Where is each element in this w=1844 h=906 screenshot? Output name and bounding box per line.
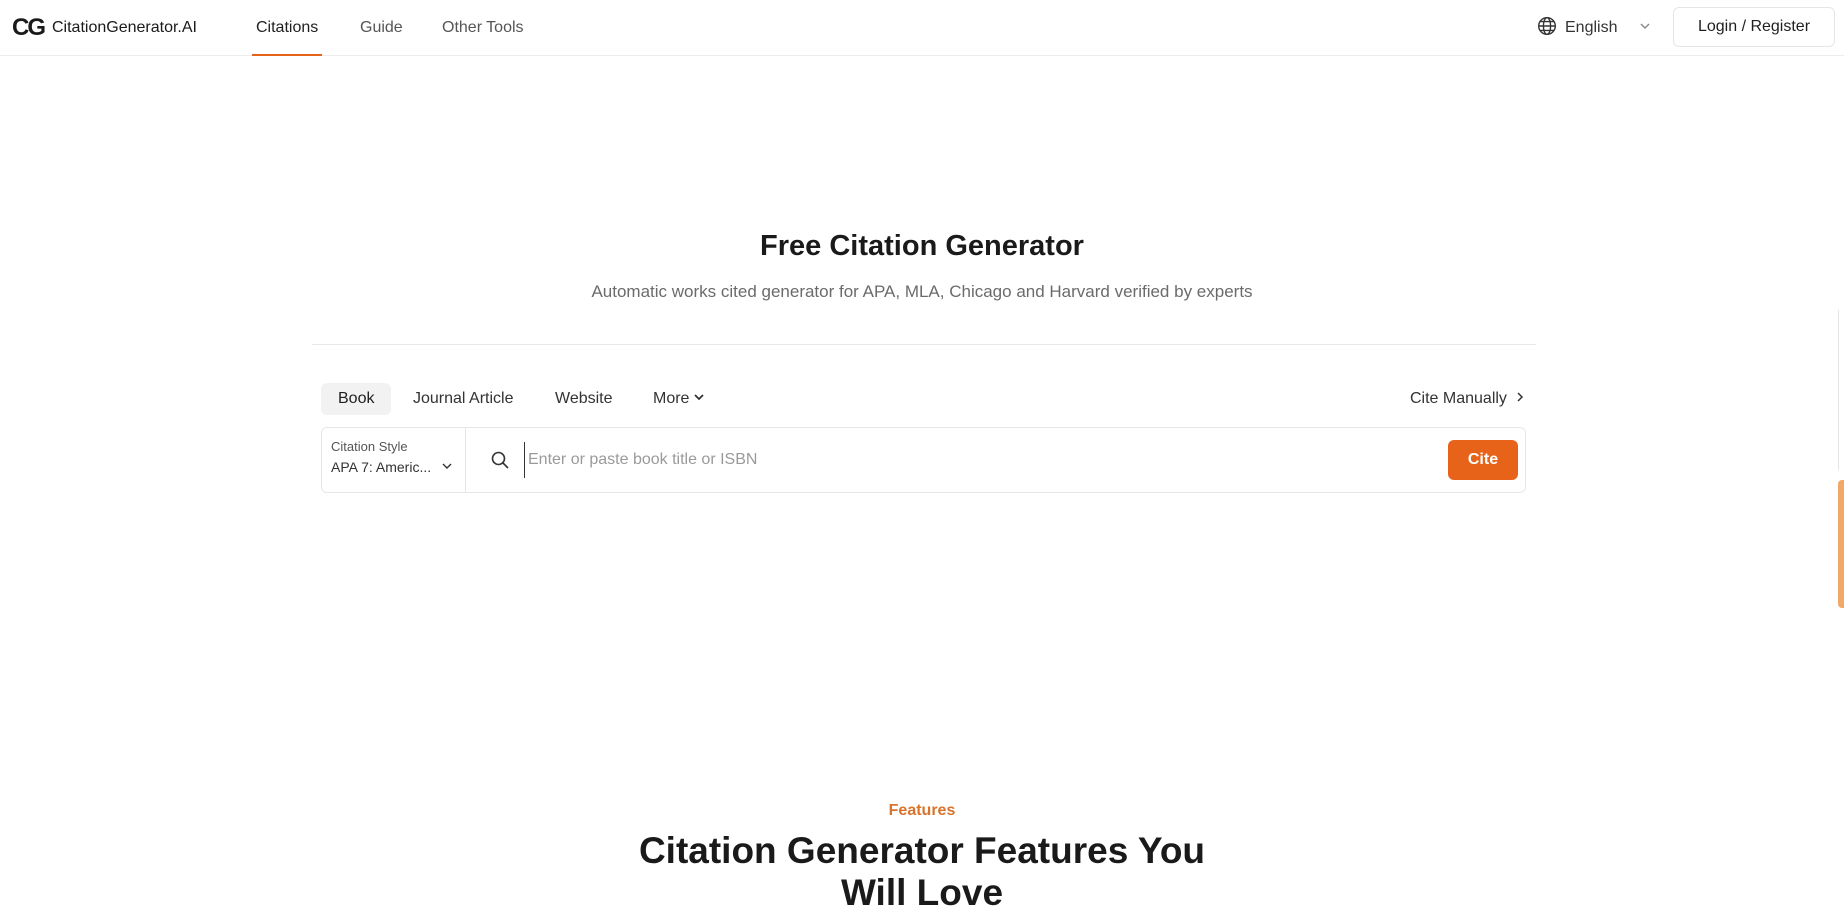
- language-label: English: [1565, 19, 1618, 36]
- source-tab-website[interactable]: Website: [538, 383, 630, 415]
- page-title: Free Citation Generator: [760, 230, 1084, 262]
- side-rail: [1838, 310, 1844, 470]
- features-kicker: Features: [888, 802, 956, 819]
- citation-style-label: Citation Style: [331, 439, 408, 454]
- search-input[interactable]: [524, 442, 1404, 478]
- more-label: More: [653, 390, 690, 407]
- cite-manually-link[interactable]: Cite Manually: [1410, 383, 1525, 415]
- chevron-down-icon: [693, 383, 705, 415]
- globe-icon: [1537, 16, 1557, 41]
- chevron-down-icon: [1639, 19, 1651, 37]
- logo-text: CitationGenerator.AI: [52, 19, 197, 36]
- cite-manually-label: Cite Manually: [1410, 390, 1507, 407]
- source-tab-book[interactable]: Book: [321, 383, 392, 415]
- source-tab-more[interactable]: More: [636, 383, 722, 415]
- cite-button[interactable]: Cite: [1448, 440, 1518, 480]
- citation-style-select[interactable]: Citation Style APA 7: Americ...: [322, 428, 466, 492]
- nav-tab-guide[interactable]: Guide: [360, 0, 403, 56]
- features-title: Citation Generator Features You Will Lov…: [638, 830, 1206, 906]
- section-divider: [312, 344, 1536, 345]
- nav-tab-citations[interactable]: Citations: [251, 0, 323, 56]
- top-header: CG CitationGenerator.AI Citations Guide …: [0, 0, 1844, 56]
- citation-search-bar: Citation Style APA 7: Americ... Cite: [321, 427, 1526, 493]
- chevron-right-icon: [1515, 383, 1525, 415]
- feedback-tab[interactable]: [1838, 480, 1844, 608]
- language-selector[interactable]: English: [1537, 14, 1651, 42]
- citation-style-value: APA 7: Americ...: [331, 459, 432, 475]
- chevron-down-icon: [441, 459, 453, 475]
- site-logo[interactable]: CG CitationGenerator.AI: [12, 14, 197, 42]
- page-subtitle: Automatic works cited generator for APA,…: [591, 282, 1253, 301]
- nav-tab-other-tools[interactable]: Other Tools: [442, 0, 524, 56]
- search-icon: [490, 450, 510, 470]
- source-tab-journal-article[interactable]: Journal Article: [396, 383, 531, 415]
- login-register-button[interactable]: Login / Register: [1673, 7, 1835, 47]
- logo-mark: CG: [12, 14, 46, 41]
